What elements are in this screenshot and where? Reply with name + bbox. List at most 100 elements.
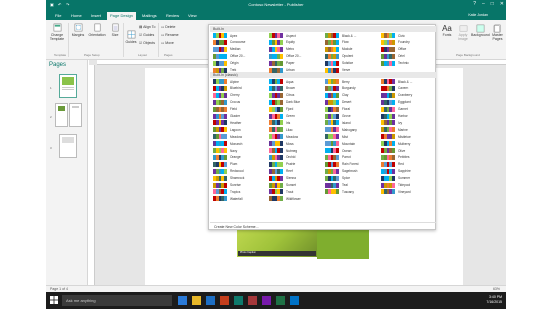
color-scheme-rain-forest[interactable]: Rain Forest — [325, 161, 358, 167]
color-scheme-aqua[interactable]: Aqua — [269, 79, 293, 84]
color-scheme-pebbles[interactable]: Pebbles — [381, 154, 410, 160]
color-scheme-glacier[interactable]: Glacier — [213, 113, 240, 119]
color-scheme-vineyard[interactable]: Vineyard — [381, 189, 411, 195]
color-scheme-summer[interactable]: Summer — [381, 175, 410, 181]
color-scheme-meadow[interactable]: Meadow — [269, 134, 298, 140]
color-scheme-moss[interactable]: Moss — [269, 141, 294, 147]
color-scheme-apex[interactable]: Apex — [213, 33, 237, 38]
color-scheme-equity[interactable]: Equity — [269, 39, 295, 45]
apply-image-button[interactable]: Apply Image — [456, 24, 470, 41]
color-scheme-plum[interactable]: Plum — [213, 161, 237, 167]
color-scheme-alpine[interactable]: Alpine — [213, 79, 239, 84]
publisher-icon[interactable] — [234, 296, 243, 305]
color-scheme-mahogany[interactable]: Mahogany — [325, 127, 357, 133]
minimize-button[interactable]: – — [482, 1, 485, 7]
color-scheme-cranberry[interactable]: Cranberry — [381, 92, 412, 98]
photo-caption[interactable]: Photo Caption — [238, 251, 316, 256]
color-scheme-verve[interactable]: Verve — [325, 67, 350, 73]
color-scheme-citrus[interactable]: Citrus — [269, 92, 294, 98]
color-scheme-eggplant[interactable]: Eggplant — [381, 99, 411, 105]
page-thumbnail-2[interactable] — [55, 103, 68, 127]
color-scheme-orchid[interactable]: Orchid — [269, 154, 295, 160]
color-scheme-tidepool[interactable]: Tidepool — [381, 182, 410, 188]
taskbar-search-box[interactable]: Ask me anything — [62, 295, 172, 306]
color-scheme-parrot[interactable]: Parrot — [325, 154, 351, 160]
color-scheme-waterfall[interactable]: Waterfall — [213, 196, 242, 202]
powerpoint-icon[interactable] — [220, 296, 229, 305]
color-scheme-brown[interactable]: Brown — [269, 85, 295, 91]
color-scheme-prairie[interactable]: Prairie — [269, 161, 295, 167]
color-scheme-ocean[interactable]: Ocean — [325, 148, 351, 153]
color-scheme-paper[interactable]: Paper — [269, 60, 295, 66]
tab-home[interactable]: Home — [68, 12, 85, 20]
excel-icon[interactable] — [276, 296, 285, 305]
color-scheme-black[interactable]: Black & ... — [325, 33, 356, 38]
move-page-button[interactable]: ▭ Move — [161, 41, 174, 45]
color-scheme-monarch[interactable]: Monarch — [213, 141, 242, 147]
tab-view[interactable]: View — [185, 12, 200, 20]
size-button[interactable]: Size — [109, 23, 121, 37]
color-scheme-spice[interactable]: Spice — [325, 175, 350, 181]
tab-insert[interactable]: Insert — [88, 12, 104, 20]
tab-page-design[interactable]: Page Design — [107, 12, 136, 20]
color-scheme-berry[interactable]: Berry — [325, 79, 350, 84]
color-scheme-shamrock[interactable]: Shamrock — [213, 175, 244, 181]
color-scheme-orange[interactable]: Orange — [213, 154, 241, 160]
help-button[interactable]: ? — [473, 1, 476, 7]
color-scheme-mist[interactable]: Mist — [325, 134, 348, 140]
color-scheme-nutmeg[interactable]: Nutmeg — [269, 148, 297, 153]
page-thumbnail-1[interactable] — [59, 74, 77, 98]
delete-page-button[interactable]: ▭ Delete — [161, 25, 175, 29]
color-scheme-oriel[interactable]: Oriel — [381, 53, 405, 59]
color-scheme-iris[interactable]: Iris — [269, 120, 290, 126]
outlook-icon[interactable] — [290, 296, 299, 305]
color-scheme-reef[interactable]: Reef — [269, 168, 293, 174]
color-scheme-flow[interactable]: Flow — [325, 39, 349, 45]
rename-page-button[interactable]: ▭ Rename — [161, 33, 179, 37]
color-scheme-trout[interactable]: Trout — [269, 189, 293, 195]
taskbar-clock[interactable]: 3:40 PM 7/16/2015 — [486, 295, 502, 305]
word-icon[interactable] — [206, 296, 215, 305]
color-scheme-civic[interactable]: Civic — [381, 33, 405, 38]
maximize-button[interactable]: □ — [491, 1, 494, 7]
color-scheme-office-20[interactable]: Office 20... — [269, 53, 301, 59]
close-button[interactable]: ✕ — [500, 1, 504, 7]
page-thumbnail-3[interactable] — [69, 103, 82, 127]
align-to-button[interactable]: ▤ Align To — [139, 25, 155, 29]
tab-review[interactable]: Review — [163, 12, 182, 20]
color-scheme-clay[interactable]: Clay — [325, 92, 348, 98]
color-scheme-mulberry[interactable]: Mulberry — [381, 141, 410, 147]
color-scheme-office[interactable]: Office — [381, 46, 406, 52]
background-button[interactable]: Background — [471, 24, 490, 37]
color-scheme-heather[interactable]: Heather — [213, 120, 241, 126]
color-scheme-office-20[interactable]: Office 20... — [213, 53, 245, 59]
color-scheme-median[interactable]: Median — [213, 46, 240, 52]
color-scheme-cavern[interactable]: Cavern — [381, 85, 408, 91]
zoom-level[interactable]: 63% — [493, 287, 500, 291]
color-scheme-desert[interactable]: Desert — [325, 99, 351, 105]
access-icon[interactable] — [248, 296, 257, 305]
guides-button[interactable]: Guides — [125, 30, 137, 44]
color-scheme-floral[interactable]: Floral — [325, 106, 350, 112]
color-scheme-red[interactable]: Red — [381, 161, 404, 167]
color-scheme-black[interactable]: Black & ... — [381, 79, 412, 84]
color-scheme-dark-blue[interactable]: Dark Blue — [269, 99, 300, 105]
color-scheme-technic[interactable]: Technic — [381, 60, 409, 66]
page-indicator[interactable]: Page 1 of 4 — [50, 287, 68, 291]
color-scheme-garnet[interactable]: Garnet — [381, 106, 408, 112]
color-scheme-mistletoe[interactable]: Mistletoe — [381, 134, 411, 140]
color-scheme-green[interactable]: Green — [269, 113, 295, 119]
color-scheme-redwood[interactable]: Redwood — [213, 168, 243, 174]
color-scheme-trek[interactable]: Trek — [213, 67, 236, 73]
color-scheme-cherry[interactable]: Cherry — [213, 92, 240, 98]
color-scheme-sagebrush[interactable]: Sagebrush — [325, 168, 357, 174]
color-scheme-wildflower[interactable]: Wildflower — [269, 196, 301, 202]
color-scheme-metro[interactable]: Metro — [269, 46, 294, 52]
color-scheme-island[interactable]: Island — [325, 120, 351, 126]
color-scheme-solstice[interactable]: Solstice — [325, 60, 353, 66]
color-scheme-sapphire[interactable]: Sapphire — [381, 168, 411, 174]
objects-checkbox[interactable]: ☑ Objects — [139, 41, 155, 45]
color-scheme-teal[interactable]: Teal — [325, 182, 348, 188]
color-scheme-fjord[interactable]: Fjord — [269, 106, 293, 112]
color-scheme-urban[interactable]: Urban — [269, 67, 295, 73]
